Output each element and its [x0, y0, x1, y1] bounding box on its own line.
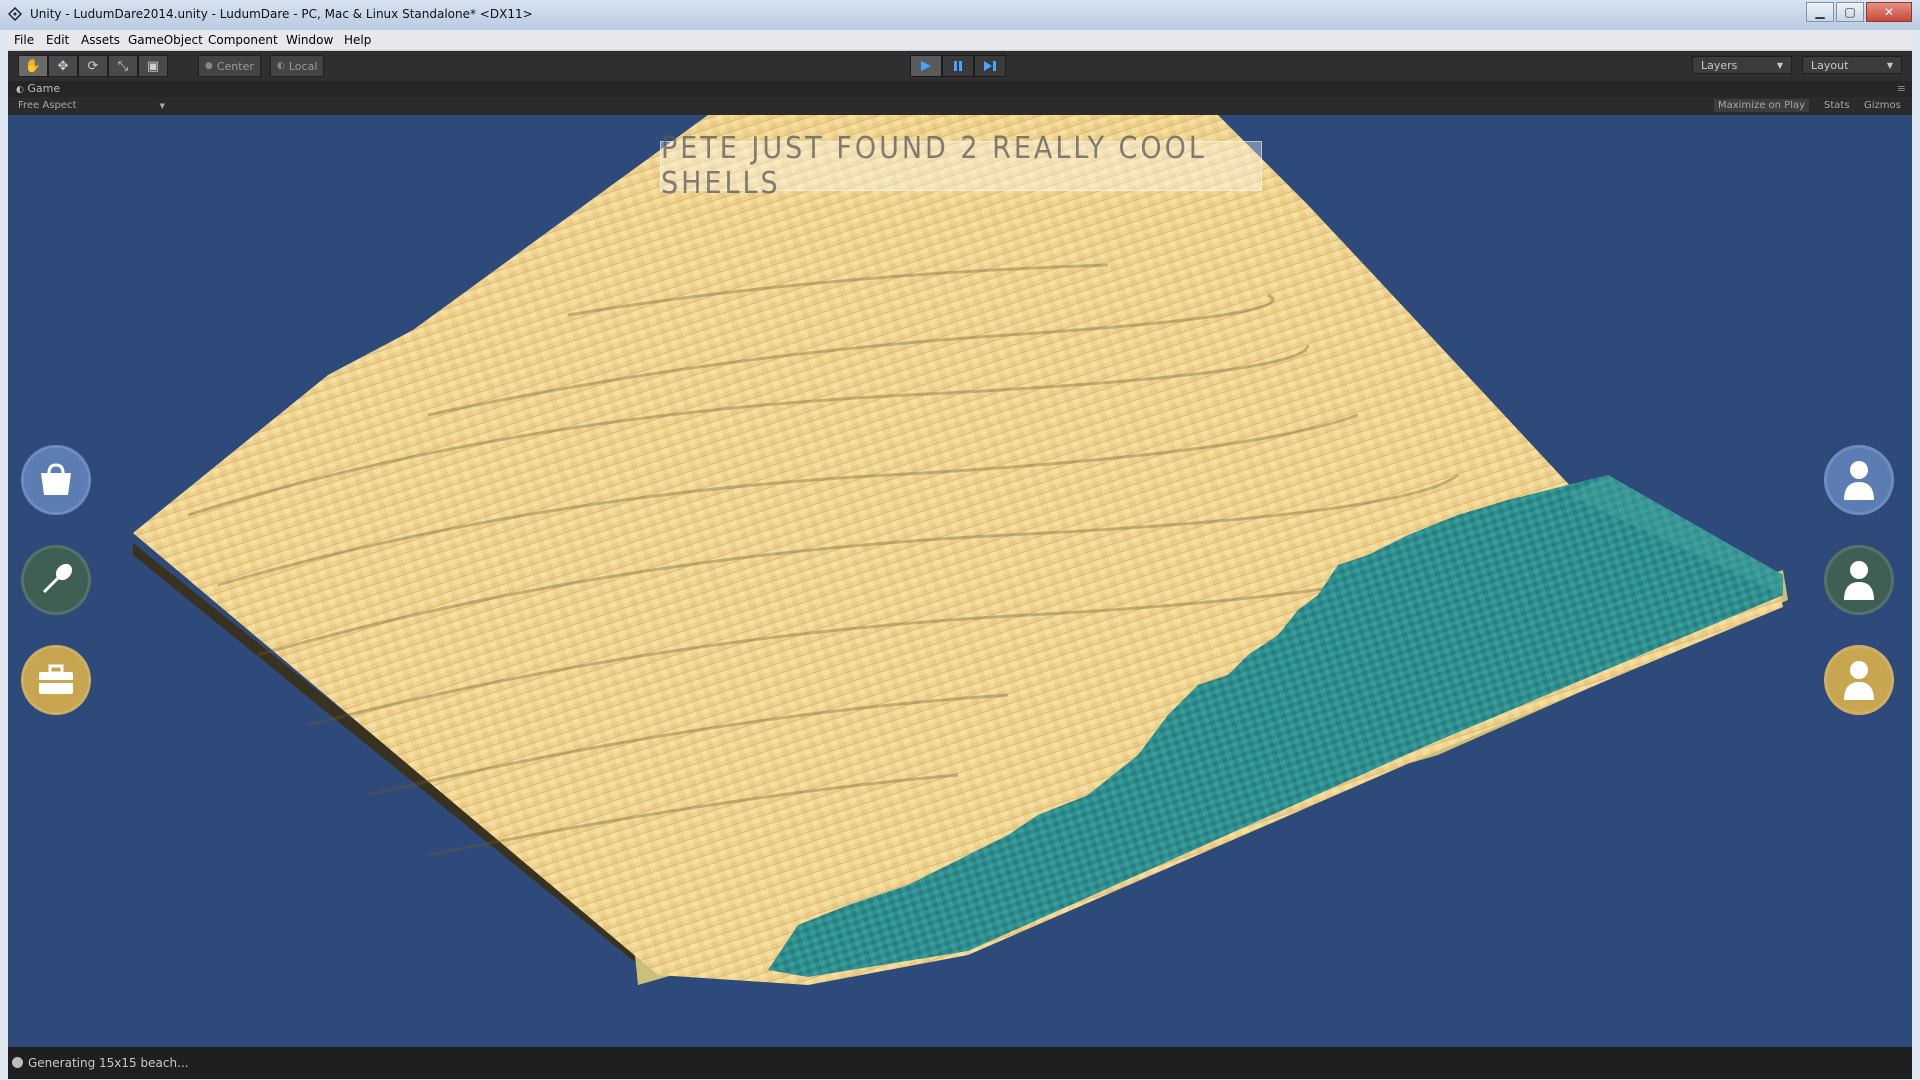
game-tab-header: ◐ Game ≡	[8, 81, 1912, 97]
hand-tool-button[interactable]: ✋	[18, 55, 48, 77]
person-icon	[1844, 661, 1874, 700]
pause-button[interactable]	[942, 55, 974, 77]
layout-label: Layout	[1811, 58, 1849, 72]
gizmos-dropdown[interactable]: Gizmos	[1860, 99, 1905, 112]
person-icon	[1844, 561, 1874, 600]
toolbar: ✋ ✥ ⟳ ⤡ ▣ ● Center ◐ Local Layers ▼ Layo…	[8, 51, 1912, 81]
pause-icon	[954, 61, 962, 71]
pivot-center-label: Center	[216, 59, 254, 73]
game-viewport[interactable]: PETE JUST FOUND 2 REALLY COOL SHELLS	[8, 115, 1912, 1047]
character-button-1[interactable]	[1824, 445, 1894, 515]
menu-window[interactable]: Window	[286, 33, 333, 47]
inventory-button[interactable]	[21, 445, 91, 515]
game-tab-icon: ◐	[16, 85, 24, 95]
menu-gameobject[interactable]: GameObject	[128, 33, 203, 47]
aspect-label: Free Aspect	[18, 100, 77, 111]
pivot-center-button[interactable]: ● Center	[198, 55, 261, 77]
rotate-icon: ⟳	[87, 58, 99, 74]
menu-edit[interactable]: Edit	[46, 33, 69, 47]
menu-assets[interactable]: Assets	[81, 33, 120, 47]
maximize-icon: ▢	[1844, 5, 1856, 19]
hand-icon: ✋	[24, 58, 42, 74]
pivot-local-label: Local	[288, 59, 318, 73]
menu-help[interactable]: Help	[344, 33, 371, 47]
play-button[interactable]	[910, 55, 942, 77]
stats-toggle[interactable]: Stats	[1820, 99, 1854, 112]
info-icon	[12, 1057, 23, 1068]
step-button[interactable]	[974, 55, 1006, 77]
game-view-toolbar: Free Aspect ▼ Maximize on Play Stats Giz…	[8, 97, 1912, 115]
maximize-on-play-toggle[interactable]: Maximize on Play	[1714, 99, 1810, 112]
notification-text: PETE JUST FOUND 2 REALLY COOL SHELLS	[661, 131, 1207, 201]
minimize-icon: ▁	[1815, 5, 1825, 19]
aspect-dropdown[interactable]: Free Aspect ▼	[18, 100, 165, 111]
move-icon: ✥	[57, 58, 69, 74]
chevron-down-icon: ▼	[1776, 60, 1783, 70]
shovel-icon	[42, 563, 73, 594]
scale-tool-button[interactable]: ⤡	[108, 55, 138, 77]
menu-file[interactable]: File	[14, 33, 34, 47]
play-icon	[921, 61, 931, 71]
chevron-down-icon: ▼	[1886, 60, 1893, 70]
rect-tool-button[interactable]: ▣	[138, 55, 168, 77]
character-button-3[interactable]	[1824, 645, 1894, 715]
status-text[interactable]: Generating 15x15 beach...	[28, 1056, 189, 1070]
panel-menu-icon[interactable]: ≡	[1897, 82, 1906, 95]
minimize-button[interactable]: ▁	[1806, 2, 1834, 22]
menu-component[interactable]: Component	[208, 33, 278, 47]
window-controls: ▁ ▢ ✕	[1806, 2, 1912, 22]
title-bar: Unity - LudumDare2014.unity - LudumDare …	[0, 0, 1920, 30]
dig-button[interactable]	[21, 545, 91, 615]
layers-dropdown[interactable]: Layers ▼	[1692, 56, 1792, 74]
pivot-local-button[interactable]: ◐ Local	[270, 55, 325, 77]
scale-icon: ⤡	[117, 58, 129, 74]
notification-banner: PETE JUST FOUND 2 REALLY COOL SHELLS	[660, 131, 1262, 201]
layout-dropdown[interactable]: Layout ▼	[1802, 56, 1902, 74]
close-button[interactable]: ✕	[1866, 2, 1912, 22]
person-icon	[1844, 461, 1874, 500]
layers-label: Layers	[1701, 58, 1738, 72]
bag-icon	[41, 463, 71, 495]
character-button-2[interactable]	[1824, 545, 1894, 615]
unity-window: Unity - LudumDare2014.unity - LudumDare …	[0, 0, 1920, 1080]
tab-game[interactable]: ◐ Game	[16, 82, 60, 95]
rotate-tool-button[interactable]: ⟳	[78, 55, 108, 77]
briefcase-button[interactable]	[21, 645, 91, 715]
move-tool-button[interactable]: ✥	[48, 55, 78, 77]
window-title: Unity - LudumDare2014.unity - LudumDare …	[30, 7, 533, 21]
game-tab-label: Game	[27, 82, 61, 95]
pivot-icon: ●	[205, 61, 213, 71]
briefcase-icon	[39, 664, 73, 694]
beach-terrain	[133, 115, 1788, 985]
unity-logo-icon	[8, 7, 22, 21]
close-icon: ✕	[1883, 5, 1895, 19]
rect-icon: ▣	[146, 58, 160, 74]
step-icon	[984, 61, 996, 71]
maximize-button[interactable]: ▢	[1836, 2, 1864, 22]
chevron-down-icon: ▼	[159, 102, 165, 110]
menu-bar: File Edit Assets GameObject Component Wi…	[8, 30, 1912, 51]
local-icon: ◐	[277, 61, 285, 71]
status-bar: Generating 15x15 beach...	[8, 1047, 1912, 1079]
